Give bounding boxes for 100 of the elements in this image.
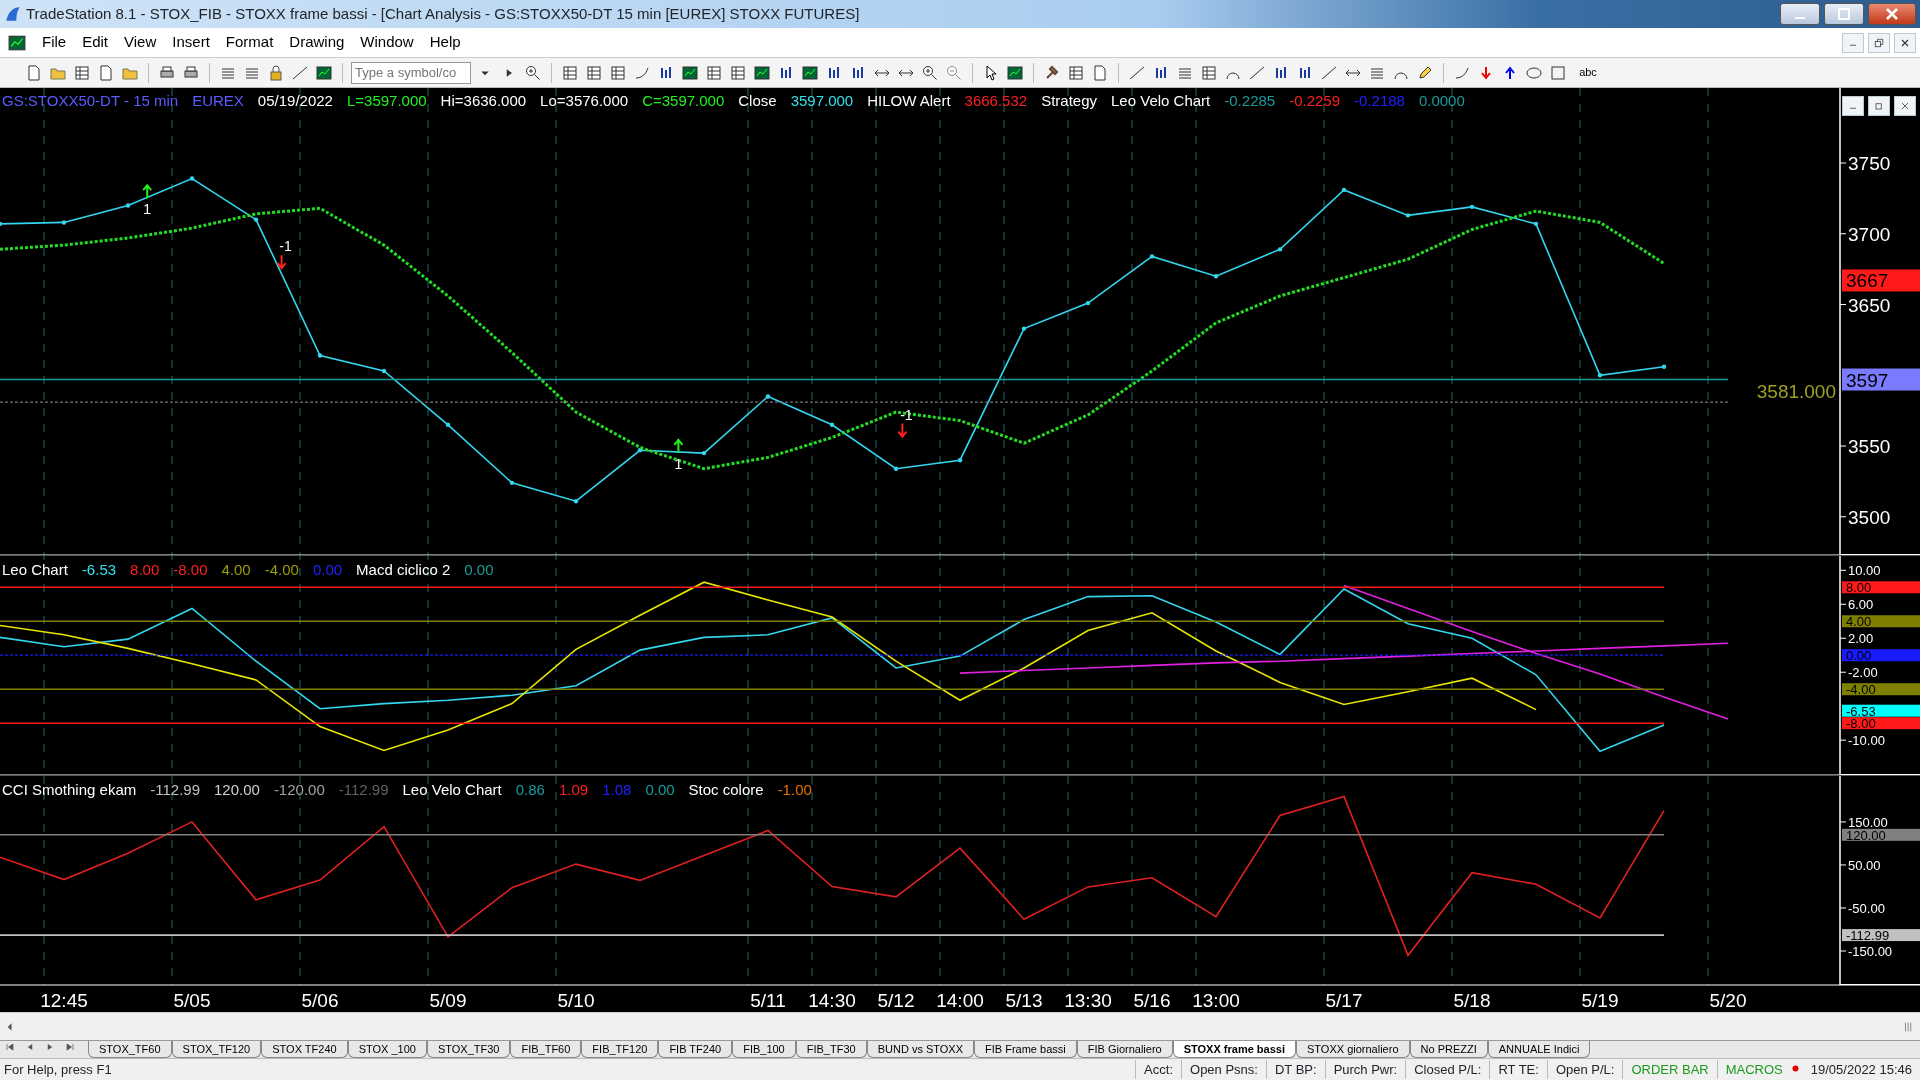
axis-value-badge: -112.99 [1842,928,1920,944]
axis-label: 6.00 [1848,597,1874,613]
axis-value-badge: 0.00 [1842,648,1920,664]
time-axis-label: 12:45 [40,990,88,1011]
status-field: RT TE: [1489,1059,1547,1080]
menu-item[interactable]: Drawing [281,29,353,56]
time-axis-label: 14:00 [936,990,984,1011]
sheet-tab[interactable]: No PREZZI [1409,1041,1488,1058]
status-field: DT BP: [1265,1059,1325,1080]
sheet-tab[interactable]: STOXX giornaliero [1296,1041,1410,1058]
menu-item[interactable]: File [34,29,75,56]
minimize-icon[interactable] [1780,3,1820,25]
menu-item[interactable]: Insert [164,29,218,56]
sheet-tab[interactable]: FIB_TF30 [795,1041,867,1058]
time-axis-label: 5/19 [1581,990,1619,1011]
sheet-tab[interactable]: FIB Giornaliero [1076,1041,1173,1058]
axis-label: 3700 [1848,223,1891,245]
time-axis-label: 5/13 [1005,990,1043,1011]
legend-text: Close [738,91,777,111]
status-text: For Help, press F1 [3,1060,113,1079]
legend-text: 0.0000 [1418,91,1465,111]
text-tool-button[interactable]: abc [1572,62,1604,83]
legend-text: Leo Velo Chart [1111,91,1211,111]
status-field: Purch Pwr: [1324,1059,1406,1080]
signal-label: -1 [900,406,913,423]
legend-text: -8.00 [173,560,208,580]
legend-text: 1.09 [558,780,589,800]
sheet-tab[interactable]: FIB_100 [732,1041,796,1058]
axis-label: -10.00 [1848,733,1885,749]
axis-label: 10.00 [1848,563,1881,579]
legend-text: Strategy [1041,91,1098,111]
axis-label: 50.00 [1848,857,1881,873]
sheet-tab[interactable]: FIB Frame bassi [974,1041,1077,1058]
time-axis-label: 5/11 [750,990,786,1011]
status-field: Open Psns: [1181,1059,1266,1080]
legend-text: 3597.000 [790,91,854,111]
sheet-tab[interactable]: FIB_TF120 [581,1041,659,1058]
time-axis-label: 5/12 [877,990,915,1011]
maximize-icon[interactable] [1824,3,1864,25]
legend-text: HILOW Alert [867,91,951,111]
sheet-tab[interactable]: STOXX frame bassi [1172,1041,1296,1058]
menu-item[interactable]: Edit [74,29,117,56]
legend-text: GS:STOXX50-DT - 15 min [2,91,179,111]
axis-value-badge: -6.53 [1842,703,1920,719]
signal-label: 1 [143,201,152,218]
legend-text: 0.86 [515,780,545,800]
sheet-tab[interactable]: ANNUALE Indici [1487,1041,1591,1058]
legend-text: 0.00 [645,780,675,800]
time-axis-label: 5/06 [301,990,339,1011]
time-axis-label: 13:00 [1192,990,1240,1011]
window-title: TradeStation 8.1 - STOX_FIB - STOXX frame bassi - [Chart Analysis - GS:STOXX50-DT 15 min [EUREX] STOXX FUTURES] [26,3,861,24]
menu-item[interactable]: Format [217,29,282,56]
sheet-tab[interactable]: FIB TF240 [658,1041,733,1058]
status-field: Acct: [1135,1059,1181,1080]
legend-text: 1.08 [602,780,632,800]
time-axis-label: 13:30 [1064,990,1112,1011]
menu-item[interactable]: Help [421,29,469,56]
time-axis-label: 5/05 [173,990,211,1011]
app-logo-icon [4,5,22,23]
status-time: 19/05/2022 15:46 [1809,1060,1913,1079]
sheet-tab[interactable]: STOX_TF30 [426,1041,511,1058]
axis-label: 3750 [1848,153,1891,174]
menu-item[interactable]: View [116,29,165,56]
legend-text: L=3597.000 [346,91,427,111]
legend-text: -6.53 [81,560,117,580]
sheet-tab[interactable]: STOX TF240 [261,1041,348,1058]
sheet-tab[interactable]: FIB_TF60 [510,1041,582,1058]
signal-label: -1 [279,238,292,255]
close-icon[interactable] [1868,3,1916,25]
axis-label: 2.00 [1848,631,1874,647]
chart-icon [8,33,26,52]
legend-text: -120.00 [273,780,325,800]
legend-text: Lo=3576.000 [540,91,629,111]
axis-value-badge: 4.00 [1842,614,1920,630]
legend-text: EUREX [192,91,244,111]
sheet-tab[interactable]: STOX _100 [347,1041,427,1058]
legend-text: -112.99 [338,780,389,800]
time-axis-label: 5/18 [1453,990,1491,1011]
legend-text: -0.2259 [1289,91,1341,111]
time-axis-label: 14:30 [808,990,856,1011]
axis-label: -150.00 [1848,944,1893,959]
sheet-tab[interactable]: BUND vs STOXX [866,1041,975,1058]
time-axis-label: 5/16 [1133,990,1171,1011]
axis-value-badge: 3667 [1842,269,1920,292]
menu-item[interactable]: Window [352,29,422,56]
restore-icon[interactable] [1868,32,1890,53]
status-indicator: MACROS [1716,1059,1791,1080]
axis-value-badge: -8.00 [1842,716,1920,732]
legend-text: 120.00 [214,780,260,800]
sheet-tab[interactable]: STOX_TF120 [171,1041,262,1058]
signal-label: 1 [674,455,683,472]
time-axis-label: 5/10 [557,990,595,1011]
status-indicator: ORDER BAR [1622,1059,1717,1080]
restore-icon[interactable] [1868,96,1890,116]
axis-label: 3650 [1848,294,1891,316]
legend-text: 3666.532 [964,91,1028,111]
legend-text: 4.00 [221,560,251,580]
axis-label: -50.00 [1848,900,1885,916]
symbol-field[interactable]: Type a symbol/co [351,61,471,84]
sheet-tab[interactable]: STOX_TF60 [88,1041,172,1058]
